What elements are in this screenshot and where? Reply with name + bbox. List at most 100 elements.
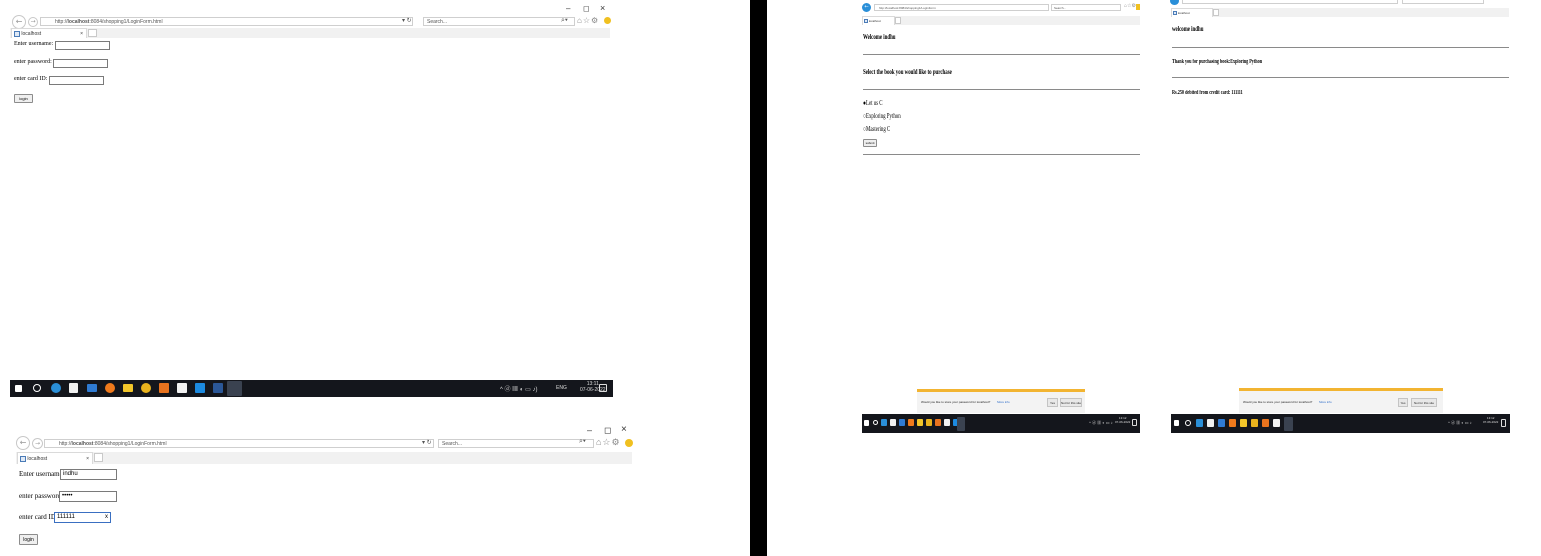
- smiley-icon[interactable]: [1136, 4, 1140, 10]
- card-id-field[interactable]: 111111 x: [54, 512, 111, 523]
- windows-start-icon[interactable]: [864, 420, 869, 426]
- edge-icon[interactable]: [881, 419, 887, 426]
- smiley-icon[interactable]: [604, 17, 611, 24]
- refresh-icon[interactable]: ▾ ↻: [402, 17, 412, 24]
- store-icon[interactable]: [890, 419, 896, 426]
- login-button[interactable]: login: [19, 534, 38, 545]
- search-input[interactable]: Search...: [438, 439, 594, 448]
- tab-localhost[interactable]: localhost: [862, 16, 895, 25]
- book-option[interactable]: ●Let us C: [863, 99, 883, 107]
- store-icon[interactable]: [69, 383, 78, 393]
- search-icon[interactable]: [873, 420, 878, 425]
- not-for-this-site-button[interactable]: Not for this site: [1411, 398, 1437, 407]
- back-icon[interactable]: [1170, 0, 1179, 5]
- app-icon-white[interactable]: [944, 419, 950, 426]
- mail-icon[interactable]: [1218, 419, 1225, 427]
- notification-icon[interactable]: [1132, 419, 1137, 426]
- windows-start-icon[interactable]: [15, 385, 22, 392]
- language-indicator[interactable]: ENG: [556, 385, 567, 391]
- more-info-link[interactable]: More info: [997, 400, 1010, 404]
- new-tab-button[interactable]: [88, 29, 97, 37]
- file-explorer-icon[interactable]: [1240, 419, 1247, 427]
- search-icon[interactable]: [33, 384, 41, 392]
- new-tab-button[interactable]: [94, 453, 103, 462]
- store-icon[interactable]: [1207, 419, 1214, 427]
- firefox-icon[interactable]: [105, 383, 115, 393]
- ie-active-icon[interactable]: [1284, 417, 1293, 431]
- maximize-button[interactable]: ◻: [604, 425, 611, 436]
- address-bar[interactable]: [1182, 0, 1398, 4]
- tab-localhost[interactable]: localhost ×: [11, 28, 87, 38]
- address-bar[interactable]: http://localhost:8084/shopping1/LoginFor…: [44, 439, 434, 448]
- toolbar-icons[interactable]: ⌂☆⚙: [1124, 3, 1136, 9]
- file-explorer-icon[interactable]: [917, 419, 923, 426]
- close-button[interactable]: ×: [600, 3, 605, 13]
- clear-field-icon[interactable]: x: [105, 513, 108, 522]
- new-tab-button[interactable]: [1213, 9, 1219, 16]
- search-input[interactable]: Search...: [423, 17, 575, 26]
- search-icon[interactable]: ⌕▾: [579, 438, 586, 446]
- app-icon-orange[interactable]: [935, 419, 941, 426]
- forward-icon[interactable]: →: [32, 438, 43, 449]
- book-option[interactable]: ○Mastering C: [863, 125, 890, 133]
- chrome-icon[interactable]: [926, 419, 932, 426]
- book-option[interactable]: ○Exploring Python: [863, 112, 901, 120]
- firefox-icon[interactable]: [908, 419, 914, 426]
- back-icon[interactable]: ←: [16, 436, 30, 450]
- word-icon[interactable]: [213, 383, 223, 393]
- forward-icon[interactable]: →: [28, 17, 38, 27]
- tab-close-icon[interactable]: ×: [80, 29, 83, 38]
- address-bar[interactable]: http://localhost:8084/shopping1/LoginFor…: [874, 4, 1049, 11]
- search-input[interactable]: Search...: [1051, 4, 1121, 11]
- edge-icon[interactable]: [51, 383, 61, 393]
- back-icon[interactable]: ←: [12, 15, 26, 29]
- yes-button[interactable]: Yes: [1047, 398, 1058, 407]
- search-icon[interactable]: [1185, 420, 1191, 426]
- back-icon[interactable]: ←: [862, 3, 871, 12]
- firefox-icon[interactable]: [1229, 419, 1236, 427]
- close-button[interactable]: ×: [621, 424, 627, 435]
- new-tab-button[interactable]: [895, 17, 901, 24]
- tray-icons[interactable]: ^ ⓓ ▦ ◐ ▭ ♪): [500, 384, 537, 393]
- mail-icon[interactable]: [87, 384, 97, 392]
- minimize-button[interactable]: –: [566, 4, 570, 13]
- toolbar-icons[interactable]: [1488, 0, 1510, 3]
- chrome-icon[interactable]: [141, 383, 151, 393]
- minimize-button[interactable]: –: [587, 425, 592, 435]
- address-bar[interactable]: http://localhost:8084/shopping1/LoginFor…: [40, 17, 413, 26]
- card-id-field[interactable]: [49, 76, 104, 85]
- edge-icon[interactable]: [1196, 419, 1203, 427]
- login-button[interactable]: login: [14, 94, 33, 103]
- username-field[interactable]: [55, 41, 110, 50]
- app-icon-blue[interactable]: [195, 383, 205, 393]
- search-icon[interactable]: ⌕▾: [561, 17, 568, 25]
- file-explorer-icon[interactable]: [123, 384, 133, 392]
- notification-icon[interactable]: [599, 384, 607, 392]
- home-favorites-settings-icons[interactable]: ⌂☆⚙: [596, 437, 621, 448]
- tab-localhost[interactable]: localhost ×: [17, 452, 93, 464]
- password-field[interactable]: [53, 59, 108, 68]
- clock[interactable]: 13:12 07-06-2022: [1115, 416, 1130, 424]
- app-icon-orange[interactable]: [159, 383, 169, 393]
- ie-active-icon[interactable]: [227, 381, 242, 396]
- more-info-link[interactable]: More info: [1319, 400, 1332, 404]
- app-icon-white[interactable]: [1273, 419, 1280, 427]
- notification-icon[interactable]: [1501, 419, 1506, 427]
- chrome-icon[interactable]: [1251, 419, 1258, 427]
- password-field[interactable]: •••••: [59, 491, 117, 502]
- refresh-icon[interactable]: ▾ ↻: [422, 439, 432, 446]
- app-icon-white[interactable]: [177, 383, 187, 393]
- home-favorites-settings-icons[interactable]: ⌂☆⚙: [577, 16, 599, 25]
- yes-button[interactable]: Yes: [1398, 398, 1408, 407]
- maximize-button[interactable]: ◻: [583, 4, 590, 13]
- tab-close-icon[interactable]: ×: [86, 453, 89, 464]
- ie-active-icon[interactable]: [957, 417, 965, 431]
- not-for-this-site-button[interactable]: Not for this site: [1060, 398, 1082, 407]
- search-input[interactable]: [1402, 0, 1484, 4]
- tab-localhost[interactable]: localhost: [1171, 8, 1213, 17]
- tray-icons[interactable]: ^ ⓓ ▦ ◐ ▭ ♪: [1448, 420, 1472, 426]
- smiley-icon[interactable]: [625, 439, 633, 447]
- tray-icons[interactable]: ^ ⓓ ▦ ◐ ▭ ♪: [1089, 420, 1113, 426]
- windows-start-icon[interactable]: [1174, 420, 1179, 426]
- clock[interactable]: 13:12 07-06-2022: [1483, 416, 1498, 424]
